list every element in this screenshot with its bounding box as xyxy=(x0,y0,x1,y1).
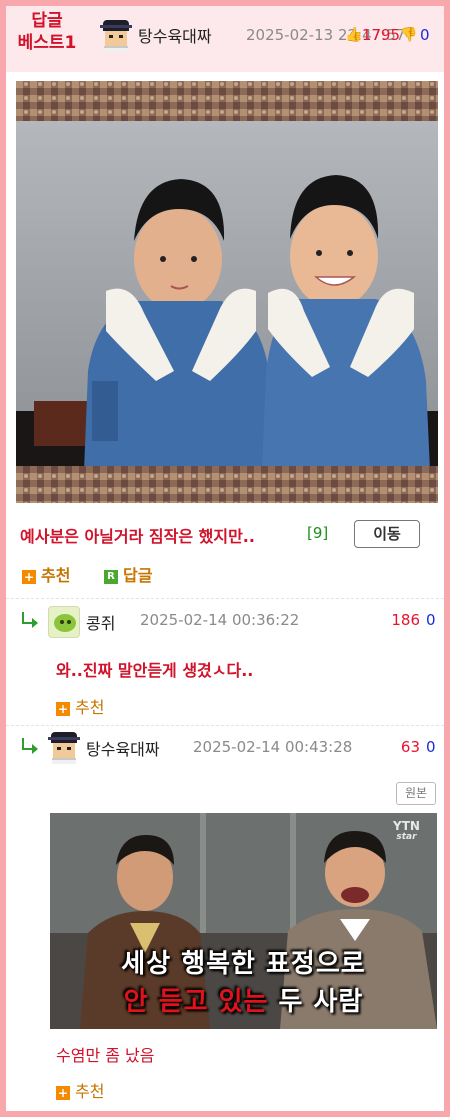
original-image-button[interactable]: 원본 xyxy=(396,782,436,805)
divider xyxy=(6,725,444,726)
plus-icon: + xyxy=(56,701,70,716)
post-title[interactable]: 예사분은 아닐거라 짐작은 했지만.. xyxy=(20,523,255,547)
reply-button[interactable]: R 답글 xyxy=(104,562,152,586)
best-reply-badge: 답글 베스트1 xyxy=(16,10,78,54)
recommend-label: 추천 xyxy=(41,566,71,585)
photo-illustration xyxy=(16,81,438,503)
reply-label: 답글 xyxy=(123,566,153,585)
comment-recommend-button[interactable]: + 추천 xyxy=(56,694,104,718)
comment-author[interactable]: 콩쥐 xyxy=(86,610,115,634)
reply-arrow-icon xyxy=(22,612,38,628)
clip-subtitle-red: 안 듣고 있는 xyxy=(123,987,269,1017)
logo-subtext: star xyxy=(396,832,417,842)
logo-text: YTN xyxy=(393,819,420,833)
reply-r-icon: R xyxy=(104,569,118,584)
clip-subtitle-white: 두 사람 xyxy=(268,987,364,1017)
comment-date: 2025-02-14 00:43:28 xyxy=(193,738,353,756)
move-button[interactable]: 이동 xyxy=(354,520,420,548)
badge-line: 답글 xyxy=(31,11,63,31)
post-title-row: 예사분은 아닐거라 짐작은 했지만.. [9] 이동 xyxy=(20,520,420,548)
recommend-label: 추천 xyxy=(75,1082,105,1101)
reply-arrow-icon xyxy=(22,738,38,754)
comment-count[interactable]: [9] xyxy=(307,524,328,542)
comment-recommend-button[interactable]: + 추천 xyxy=(56,1078,104,1102)
comment-like-count[interactable]: 186 xyxy=(380,611,420,629)
comment-image[interactable]: YTN star 세상 행복한 표정으로 안 듣고 있는 두 사람 xyxy=(50,813,437,1029)
clip-subtitle-line2: 안 듣고 있는 두 사람 xyxy=(50,981,437,1018)
thumbs-down-icon[interactable]: 👎 xyxy=(400,27,417,43)
comment-date: 2025-02-14 00:36:22 xyxy=(140,611,300,629)
badge-line: 베스트1 xyxy=(17,33,77,53)
plus-icon: + xyxy=(22,569,36,584)
recommend-button[interactable]: + 추천 xyxy=(22,562,70,586)
comment-text: 와..진짜 말안듣게 생겼ㅅ다.. xyxy=(56,661,254,680)
commenter-avatar[interactable] xyxy=(48,732,80,764)
comment-text: 수염만 좀 났음 xyxy=(56,1046,155,1065)
divider xyxy=(6,598,444,599)
recommend-label: 추천 xyxy=(75,698,105,717)
dislike-count: 0 xyxy=(420,26,430,44)
clip-subtitle-line1: 세상 행복한 표정으로 xyxy=(121,949,366,979)
author-name[interactable]: 탕수육대짜 xyxy=(138,23,212,47)
comment-dislike-count[interactable]: 0 xyxy=(426,738,436,756)
post-image[interactable] xyxy=(16,81,438,503)
comment-like-count[interactable]: 63 xyxy=(380,738,420,756)
author-avatar[interactable] xyxy=(100,20,132,52)
like-count: 1795 xyxy=(361,26,400,44)
plus-icon: + xyxy=(56,1085,70,1100)
comment-dislike-count[interactable]: 0 xyxy=(426,611,436,629)
comment-author[interactable]: 탕수육대짜 xyxy=(86,736,160,760)
ytn-star-logo: YTN star xyxy=(393,819,420,843)
commenter-avatar[interactable] xyxy=(48,606,80,638)
